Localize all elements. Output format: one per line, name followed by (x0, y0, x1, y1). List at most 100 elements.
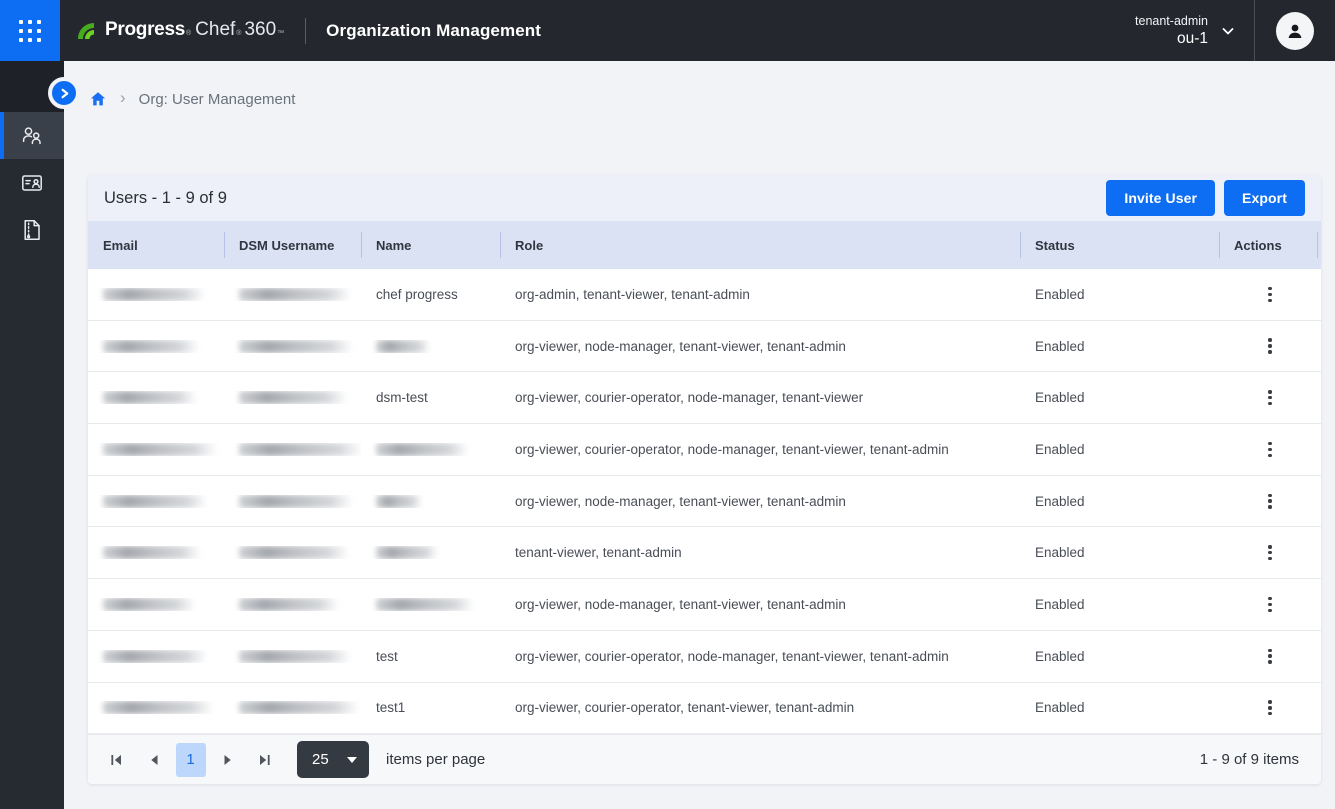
column-header-status[interactable]: Status (1020, 221, 1219, 269)
cell-actions (1219, 487, 1321, 515)
app-grid-icon (19, 20, 41, 42)
cell-name (361, 495, 500, 508)
redacted-email (103, 340, 199, 353)
app-launcher-button[interactable] (0, 0, 60, 61)
column-header-name[interactable]: Name (361, 221, 500, 269)
column-header-email[interactable]: Email (88, 221, 224, 269)
cell-actions (1219, 332, 1321, 360)
redacted-dsm-username (239, 546, 349, 559)
redacted-dsm-username (239, 288, 351, 301)
status-text: Enabled (1020, 390, 1219, 405)
redacted-email (103, 495, 207, 508)
cell-role: org-viewer, node-manager, tenant-viewer,… (500, 597, 1020, 612)
table-row: org-viewer, node-manager, tenant-viewer,… (88, 321, 1321, 373)
next-page-icon (222, 753, 234, 767)
cell-email (88, 443, 224, 456)
table-header-bar: Users - 1 - 9 of 9 Invite User Export (88, 175, 1321, 221)
cell-actions (1219, 280, 1321, 308)
row-actions-kebab-icon[interactable] (1256, 590, 1284, 618)
dropdown-caret-icon (347, 757, 357, 763)
account-menu-button[interactable] (1255, 12, 1335, 50)
status-text: Enabled (1020, 287, 1219, 302)
redacted-email (103, 288, 205, 301)
redacted-email (103, 650, 207, 663)
first-page-icon (109, 753, 124, 767)
table-body: chef progressorg-admin, tenant-viewer, t… (88, 269, 1321, 734)
cell-dsm-username (224, 288, 361, 301)
first-page-button[interactable] (102, 744, 132, 776)
last-page-button[interactable] (250, 744, 280, 776)
users-table-card: Users - 1 - 9 of 9 Invite User Export Em… (88, 175, 1321, 784)
next-page-button[interactable] (213, 744, 243, 776)
table-row: org-viewer, node-manager, tenant-viewer,… (88, 476, 1321, 528)
zip-document-icon (20, 218, 44, 242)
cell-name (361, 443, 500, 456)
table-row: org-viewer, node-manager, tenant-viewer,… (88, 579, 1321, 631)
name-text: chef progress (376, 287, 458, 302)
column-header-role[interactable]: Role (500, 221, 1020, 269)
page-number-1[interactable]: 1 (176, 743, 206, 777)
cell-email (88, 650, 224, 663)
row-actions-kebab-icon[interactable] (1256, 332, 1284, 360)
column-header-actions: Actions (1219, 221, 1321, 269)
row-actions-kebab-icon[interactable] (1256, 435, 1284, 463)
last-page-icon (257, 753, 272, 767)
row-actions-kebab-icon[interactable] (1256, 539, 1284, 567)
redacted-dsm-username (239, 443, 361, 456)
cell-name (361, 340, 500, 353)
home-icon[interactable] (89, 90, 107, 108)
invite-user-button[interactable]: Invite User (1106, 180, 1215, 216)
redacted-name (376, 495, 422, 508)
breadcrumb-separator: › (120, 88, 126, 108)
cell-name (361, 598, 500, 611)
export-button[interactable]: Export (1224, 180, 1305, 216)
table-row: chef progressorg-admin, tenant-viewer, t… (88, 269, 1321, 321)
row-actions-kebab-icon[interactable] (1256, 384, 1284, 412)
cell-dsm-username (224, 701, 361, 714)
cell-dsm-username (224, 598, 361, 611)
cell-email (88, 391, 224, 404)
chevron-right-icon (59, 88, 70, 99)
name-text: test1 (376, 700, 405, 715)
cell-name: chef progress (361, 287, 500, 302)
tenant-switcher[interactable]: tenant-admin ou-1 (1135, 13, 1236, 49)
cell-role: org-viewer, node-manager, tenant-viewer,… (500, 494, 1020, 509)
cell-actions (1219, 435, 1321, 463)
tenant-role-label: tenant-admin (1135, 13, 1208, 29)
left-sidebar (0, 61, 64, 809)
redacted-dsm-username (239, 340, 353, 353)
navbar-divider (305, 18, 306, 44)
brand-reg-mark: ® (186, 30, 191, 37)
sidebar-toggle-button[interactable] (48, 77, 80, 109)
redacted-dsm-username (239, 598, 339, 611)
row-actions-kebab-icon[interactable] (1256, 694, 1284, 722)
previous-page-button[interactable] (139, 744, 169, 776)
cell-role: org-viewer, courier-operator, node-manag… (500, 442, 1020, 457)
cell-dsm-username (224, 650, 361, 663)
redacted-email (103, 443, 217, 456)
page-size-dropdown[interactable]: 25 (297, 741, 369, 778)
previous-page-icon (148, 753, 160, 767)
sidebar-item-id-card[interactable] (0, 159, 64, 206)
redacted-email (103, 701, 213, 714)
cell-role: org-viewer, courier-operator, tenant-vie… (500, 700, 1020, 715)
redacted-name (376, 598, 474, 611)
redacted-dsm-username (239, 701, 359, 714)
cell-name (361, 546, 500, 559)
table-title: Users - 1 - 9 of 9 (104, 189, 227, 208)
column-header-dsm-username[interactable]: DSM Username (224, 221, 361, 269)
row-actions-kebab-icon[interactable] (1256, 642, 1284, 670)
sidebar-item-documents[interactable] (0, 206, 64, 253)
sidebar-item-users[interactable] (0, 112, 64, 159)
cell-dsm-username (224, 546, 361, 559)
cell-email (88, 701, 224, 714)
name-text: test (376, 649, 398, 664)
breadcrumb: › Org: User Management (89, 84, 1335, 114)
status-text: Enabled (1020, 442, 1219, 457)
redacted-dsm-username (239, 495, 353, 508)
row-actions-kebab-icon[interactable] (1256, 487, 1284, 515)
status-text: Enabled (1020, 700, 1219, 715)
table-row: tenant-viewer, tenant-adminEnabled (88, 527, 1321, 579)
row-actions-kebab-icon[interactable] (1256, 280, 1284, 308)
chevron-down-icon (1220, 23, 1236, 39)
